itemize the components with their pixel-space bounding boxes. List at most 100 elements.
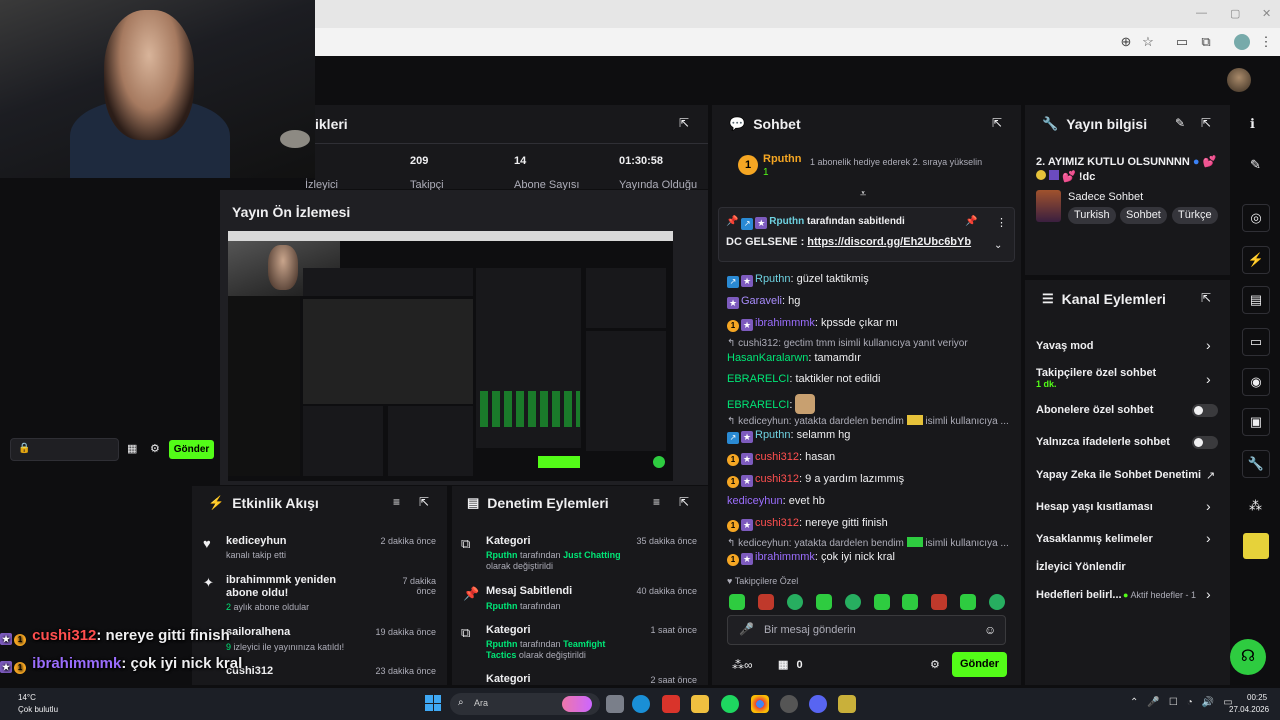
filter-icon[interactable]: ≡	[393, 495, 400, 509]
chat-popout-icon[interactable]: ⇱	[992, 116, 1002, 130]
emote-icon[interactable]	[960, 594, 976, 610]
emote-icon[interactable]	[845, 594, 861, 610]
raid-row[interactable]: İzleyici Yönlendir	[1036, 561, 1126, 573]
followers-only-row[interactable]: Takipçilere özel sohbet	[1036, 367, 1156, 379]
moderation-popout-icon[interactable]: ⇱	[679, 495, 689, 509]
mic-icon[interactable]: 🎤	[739, 622, 754, 636]
category-icon: ⧉	[461, 536, 471, 551]
support-icon[interactable]: ☊	[1230, 639, 1266, 675]
app-icon[interactable]	[780, 695, 798, 713]
leader-name[interactable]: Rputhn	[763, 153, 801, 165]
system-tray-icons[interactable]: ⌃🎤☐◔🔊▭	[1130, 697, 1242, 708]
pinned-link[interactable]: https://discord.gg/Eh2Ubc6bYb	[807, 236, 971, 248]
stream-preview-video[interactable]	[228, 231, 673, 481]
pinned-more-icon[interactable]: ⋮	[996, 216, 1007, 229]
actions-popout-icon[interactable]: ⇱	[1201, 291, 1211, 305]
document-icon[interactable]: ▤	[1242, 286, 1270, 314]
popout-icon[interactable]: ⇱	[679, 116, 689, 130]
bolt-icon[interactable]: ⚡	[1242, 246, 1270, 274]
chat-icon[interactable]: ▭	[1242, 328, 1270, 356]
bookmark-star-icon[interactable]: ☆	[1140, 34, 1156, 50]
goals-row[interactable]: Hedefleri belirl...	[1036, 589, 1122, 601]
collapse-icon[interactable]: ⩡	[860, 188, 866, 201]
app-icon[interactable]	[838, 695, 856, 713]
broadcast-icon[interactable]: ◉	[1242, 368, 1270, 396]
avatar[interactable]	[1227, 68, 1251, 92]
discord-icon[interactable]	[809, 695, 827, 713]
subs-only-toggle[interactable]	[1192, 404, 1218, 417]
unpin-icon[interactable]: 📌	[965, 216, 977, 227]
chevron-right-icon[interactable]: ›	[1206, 586, 1211, 602]
tag[interactable]: Türkçe	[1172, 207, 1218, 224]
zoom-icon[interactable]: ⊕	[1118, 34, 1134, 50]
mini-send-button[interactable]: Gönder	[169, 440, 214, 459]
settings-icon[interactable]: ⚙	[150, 442, 160, 455]
clock-time[interactable]: 00:25	[1247, 693, 1267, 702]
points-icon[interactable]: ⁂∞	[732, 658, 753, 672]
points-icon[interactable]: ⁂	[1249, 498, 1262, 514]
emoji-icon[interactable]: ☺	[984, 623, 996, 637]
emote-icon[interactable]	[902, 594, 918, 610]
external-link-icon[interactable]: ↗	[1206, 469, 1215, 482]
chat-input[interactable]: 🎤 Bir mesaj gönderin ☺	[727, 615, 1006, 645]
slow-mode-row[interactable]: Yavaş mod	[1036, 340, 1093, 352]
category-thumbnail[interactable]	[1036, 190, 1061, 222]
clock-date[interactable]: 27.04.2026	[1229, 705, 1269, 714]
profile-icon[interactable]	[1234, 34, 1250, 50]
category-name[interactable]: Sadece Sohbet	[1068, 191, 1143, 203]
chevron-right-icon[interactable]: ›	[1206, 371, 1211, 387]
gift-points[interactable]: ▦ 0	[778, 658, 803, 671]
activity-popout-icon[interactable]: ⇱	[419, 495, 429, 509]
chat-send-button[interactable]: Gönder	[952, 652, 1007, 677]
lock-icon: 🔒	[18, 443, 31, 454]
pencil-icon[interactable]: ✎	[1250, 157, 1261, 173]
weather-temp[interactable]: 14°C	[18, 693, 36, 702]
filter-icon[interactable]: ≡	[653, 495, 660, 509]
taskbar-search[interactable]: ⌕ Ara	[450, 693, 600, 715]
file-explorer-icon[interactable]	[691, 695, 709, 713]
emote-icon[interactable]	[989, 594, 1005, 610]
layers-icon[interactable]: ▣	[1242, 408, 1270, 436]
ai-moderation-row[interactable]: Yapay Zeka ile Sohbet Denetimi	[1036, 469, 1201, 481]
chevron-right-icon[interactable]: ›	[1206, 498, 1211, 514]
tag[interactable]: Sohbet	[1120, 207, 1167, 224]
gift-icon[interactable]: ▦	[127, 442, 137, 455]
chevron-right-icon[interactable]: ›	[1206, 530, 1211, 546]
app-icon[interactable]	[662, 695, 680, 713]
info-icon[interactable]: ℹ	[1250, 116, 1255, 132]
clapper-icon[interactable]	[1243, 533, 1269, 559]
maximize-icon[interactable]: ▢	[1230, 7, 1240, 20]
tag[interactable]: Turkish	[1068, 207, 1116, 224]
edit-icon[interactable]: ✎	[1175, 116, 1185, 130]
account-age-row[interactable]: Hesap yaşı kısıtlaması	[1036, 501, 1153, 513]
edge-icon[interactable]	[632, 695, 650, 713]
windows-start-icon[interactable]	[425, 695, 441, 711]
minimize-icon[interactable]: —	[1196, 7, 1207, 19]
puzzle-icon[interactable]: ⧉	[1198, 34, 1214, 50]
emotes-only-toggle[interactable]	[1192, 436, 1218, 449]
chat-settings-icon[interactable]: ⚙	[930, 658, 940, 671]
info-popout-icon[interactable]: ⇱	[1201, 116, 1211, 130]
banned-words-row[interactable]: Yasaklanmış kelimeler	[1036, 533, 1153, 545]
chevron-down-icon[interactable]: ⌄	[994, 240, 1002, 251]
emote-icon[interactable]	[874, 594, 890, 610]
chat-reply: ↰ kediceyhun: yatakta dardelen bendim is…	[727, 415, 1009, 427]
emote-icon[interactable]	[787, 594, 803, 610]
chrome-icon[interactable]	[751, 695, 769, 713]
chevron-right-icon[interactable]: ›	[1206, 337, 1211, 353]
chat-message: EBRARELCI: taktikler not edildi	[727, 373, 881, 385]
activity-name: kediceyhun	[226, 535, 287, 547]
emote-icon[interactable]	[931, 594, 947, 610]
emote-icon[interactable]	[816, 594, 832, 610]
camera-icon[interactable]: ◎	[1242, 204, 1270, 232]
close-icon[interactable]: ✕	[1262, 7, 1271, 20]
task-view-icon[interactable]	[606, 695, 624, 713]
emote-icon[interactable]	[758, 594, 774, 610]
wrench-icon[interactable]: 🔧	[1242, 450, 1270, 478]
emote-icon[interactable]	[729, 594, 745, 610]
extension-icon[interactable]: ▭	[1174, 34, 1190, 50]
spotify-icon[interactable]	[721, 695, 739, 713]
mini-chat-input[interactable]: 🔒	[10, 438, 119, 461]
weather-desc[interactable]: Çok bulutlu	[18, 705, 58, 714]
more-icon[interactable]: ⋮	[1258, 34, 1274, 50]
